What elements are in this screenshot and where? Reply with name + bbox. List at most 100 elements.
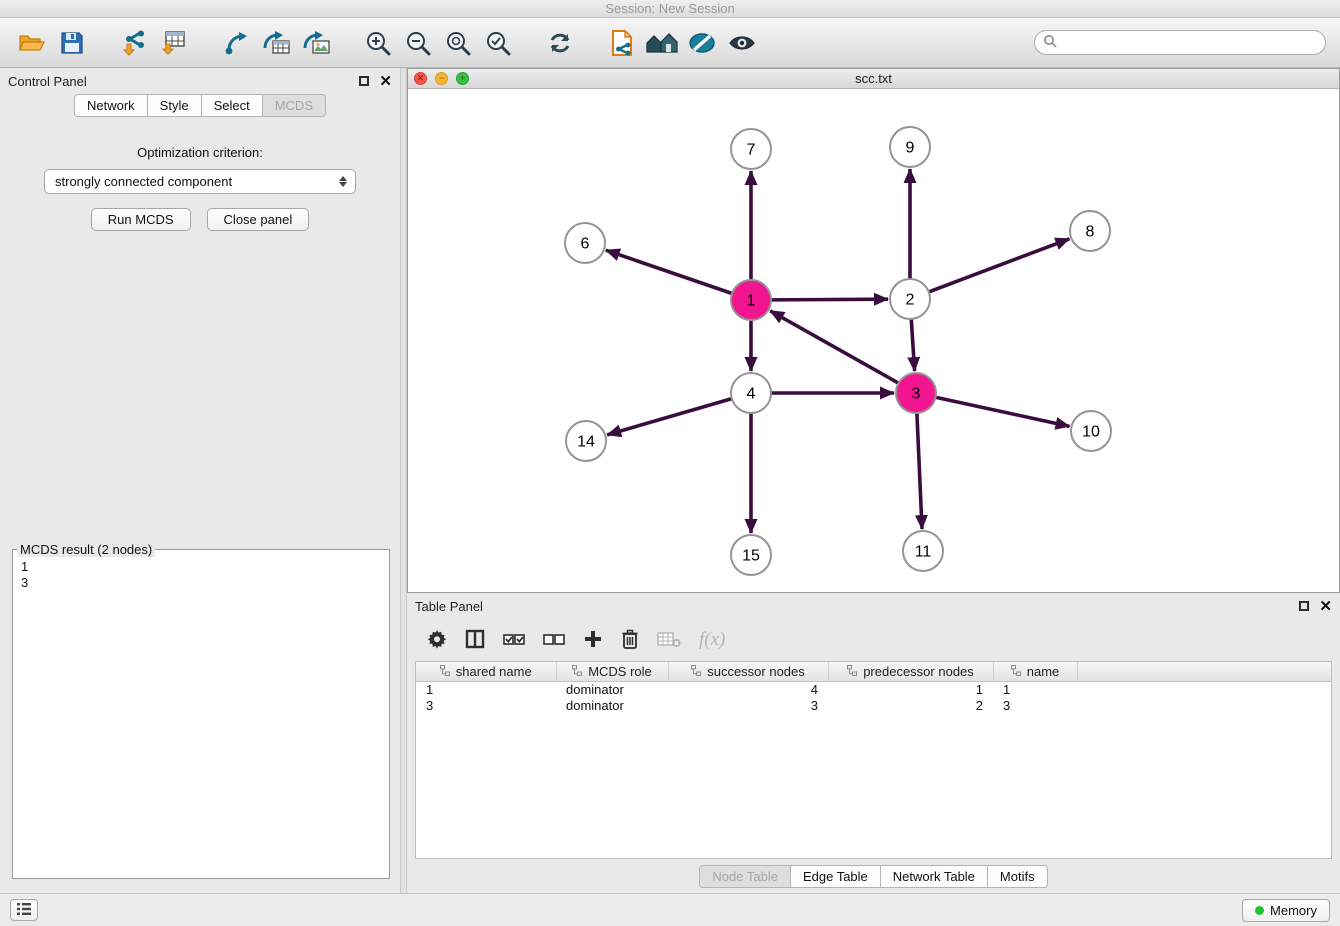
tab-style[interactable]: Style bbox=[147, 94, 202, 117]
tab-mcds[interactable]: MCDS bbox=[262, 94, 326, 117]
network-node-1[interactable]: 1 bbox=[731, 280, 771, 320]
table-settings-button[interactable] bbox=[427, 629, 447, 652]
network-edge-3-10[interactable] bbox=[936, 397, 1070, 426]
column-header-successor-nodes[interactable]: successor nodes bbox=[668, 662, 828, 681]
table-tab-edge-table[interactable]: Edge Table bbox=[790, 865, 881, 888]
network-graph[interactable]: 7 9 6 8 1 2 4 3 14 10 15 11 bbox=[408, 89, 1339, 592]
float-panel-icon[interactable] bbox=[359, 76, 369, 86]
tab-select[interactable]: Select bbox=[201, 94, 263, 117]
column-header-name[interactable]: name bbox=[993, 662, 1077, 681]
network-node-15[interactable]: 15 bbox=[731, 535, 771, 575]
table-row[interactable]: 1dominator411 bbox=[416, 681, 1331, 697]
network-edge-4-14[interactable] bbox=[607, 399, 732, 435]
table-cell[interactable]: 3 bbox=[993, 697, 1077, 713]
network-edge-2-8[interactable] bbox=[929, 239, 1070, 292]
add-row-button[interactable] bbox=[583, 629, 603, 652]
import-table-button[interactable] bbox=[156, 25, 192, 61]
table-cell[interactable]: 1 bbox=[416, 681, 556, 697]
float-table-panel-icon[interactable] bbox=[1299, 601, 1309, 611]
column-header-shared-name[interactable]: shared name bbox=[416, 662, 556, 681]
table-cell[interactable]: 4 bbox=[668, 681, 828, 697]
close-window-icon[interactable]: ✕ bbox=[414, 72, 427, 85]
table-cell[interactable]: dominator bbox=[556, 681, 668, 697]
zoom-in-icon bbox=[365, 30, 391, 56]
optimization-label: Optimization criterion: bbox=[0, 145, 400, 160]
zoom-selected-button[interactable] bbox=[480, 25, 516, 61]
network-node-4[interactable]: 4 bbox=[731, 373, 771, 413]
mcds-result-line: 1 bbox=[21, 559, 381, 575]
open-folder-icon bbox=[18, 31, 46, 55]
network-node-2[interactable]: 2 bbox=[890, 279, 930, 319]
deselect-all-button[interactable] bbox=[543, 631, 565, 650]
run-mcds-button[interactable]: Run MCDS bbox=[91, 208, 191, 231]
network-edge-2-3[interactable] bbox=[911, 319, 914, 371]
plus-icon bbox=[583, 629, 603, 652]
network-table-button[interactable] bbox=[258, 25, 294, 61]
optimization-select[interactable]: strongly connected component bbox=[44, 169, 356, 194]
network-share-button[interactable] bbox=[218, 25, 254, 61]
select-all-button[interactable] bbox=[503, 631, 525, 650]
network-edge-1-2[interactable] bbox=[771, 299, 888, 300]
eye-icon bbox=[728, 33, 756, 53]
table-tab-network-table[interactable]: Network Table bbox=[880, 865, 988, 888]
network-node-14[interactable]: 14 bbox=[566, 421, 606, 461]
network-node-3[interactable]: 3 bbox=[896, 373, 936, 413]
toggle-visibility-button[interactable] bbox=[724, 25, 760, 61]
table-row[interactable]: 3dominator323 bbox=[416, 697, 1331, 713]
network-node-6[interactable]: 6 bbox=[565, 223, 605, 263]
trash-icon bbox=[621, 629, 639, 652]
show-columns-button[interactable] bbox=[465, 629, 485, 652]
table-tab-motifs[interactable]: Motifs bbox=[987, 865, 1048, 888]
table-cell[interactable]: dominator bbox=[556, 697, 668, 713]
maximize-window-icon[interactable]: + bbox=[456, 72, 469, 85]
node-label: 8 bbox=[1086, 224, 1095, 241]
import-table-icon bbox=[160, 30, 188, 56]
table-cell[interactable]: 2 bbox=[828, 697, 993, 713]
refresh-button[interactable] bbox=[542, 25, 578, 61]
open-session-button[interactable] bbox=[14, 25, 50, 61]
table-cell[interactable]: 3 bbox=[668, 697, 828, 713]
network-edge-1-6[interactable] bbox=[606, 250, 732, 293]
table-cell[interactable]: 1 bbox=[828, 681, 993, 697]
zoom-fit-button[interactable] bbox=[440, 25, 476, 61]
network-canvas[interactable]: 7 9 6 8 1 2 4 3 14 10 15 11 bbox=[408, 89, 1339, 592]
mcds-panel: Optimization criterion: strongly connect… bbox=[0, 117, 400, 893]
memory-label: Memory bbox=[1270, 903, 1317, 918]
memory-button[interactable]: Memory bbox=[1242, 899, 1330, 922]
network-node-10[interactable]: 10 bbox=[1071, 411, 1111, 451]
export-image-button[interactable] bbox=[298, 25, 334, 61]
search-input[interactable] bbox=[1063, 35, 1317, 50]
column-header-predecessor-nodes[interactable]: predecessor nodes bbox=[828, 662, 993, 681]
table-tabs-bar: Node TableEdge TableNetwork TableMotifs bbox=[407, 859, 1340, 893]
network-node-11[interactable]: 11 bbox=[903, 531, 943, 571]
zoom-in-button[interactable] bbox=[360, 25, 396, 61]
apply-style-button[interactable] bbox=[684, 25, 720, 61]
window-titlebar: Session: New Session bbox=[0, 0, 1340, 18]
search-box[interactable] bbox=[1034, 30, 1326, 55]
zoom-out-button[interactable] bbox=[400, 25, 436, 61]
minimize-window-icon[interactable]: − bbox=[435, 72, 448, 85]
network-node-8[interactable]: 8 bbox=[1070, 211, 1110, 251]
close-table-panel-icon[interactable]: ✕ bbox=[1319, 599, 1332, 614]
table-cell[interactable]: 1 bbox=[993, 681, 1077, 697]
network-edge-3-11[interactable] bbox=[917, 413, 922, 529]
status-menu-button[interactable] bbox=[10, 899, 38, 921]
network-node-7[interactable]: 7 bbox=[731, 129, 771, 169]
table-cell[interactable]: 3 bbox=[416, 697, 556, 713]
network-node-9[interactable]: 9 bbox=[890, 127, 930, 167]
home-views-button[interactable] bbox=[644, 25, 680, 61]
panel-splitter[interactable] bbox=[400, 68, 407, 893]
tab-network[interactable]: Network bbox=[74, 94, 148, 117]
close-panel-button[interactable]: Close panel bbox=[207, 208, 310, 231]
network-edge-3-1[interactable] bbox=[770, 311, 898, 383]
mcds-result-title: MCDS result (2 nodes) bbox=[17, 542, 155, 557]
column-header-mcds-role[interactable]: MCDS role bbox=[556, 662, 668, 681]
import-network-button[interactable] bbox=[116, 25, 152, 61]
delete-row-button[interactable] bbox=[621, 629, 639, 652]
save-session-button[interactable] bbox=[54, 25, 90, 61]
table-tab-node-table[interactable]: Node Table bbox=[699, 865, 791, 888]
apply-style-icon bbox=[688, 31, 716, 55]
close-panel-icon[interactable]: ✕ bbox=[379, 74, 392, 89]
refresh-icon bbox=[547, 30, 573, 56]
export-document-button[interactable] bbox=[604, 25, 640, 61]
